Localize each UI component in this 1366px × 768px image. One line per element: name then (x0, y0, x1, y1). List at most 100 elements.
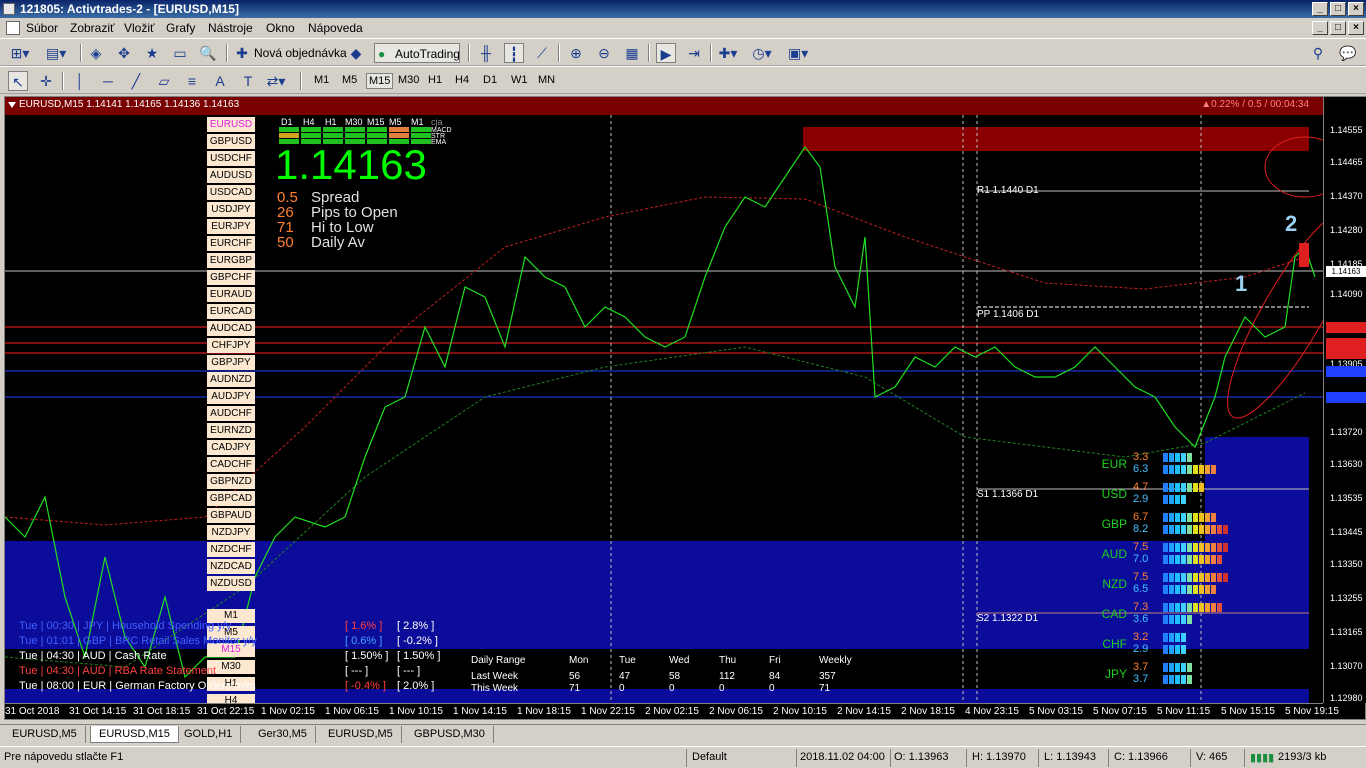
tfbtn-h4[interactable]: H4 (207, 694, 255, 703)
new-order-button[interactable]: Nová objednávka (250, 43, 351, 63)
chart-tab[interactable]: EURUSD,M15 (90, 726, 179, 743)
menu-file[interactable]: Súbor (26, 21, 58, 35)
autotrading-button[interactable]: ● AutoTrading (374, 43, 460, 63)
pair-audchf[interactable]: AUDCHF (207, 406, 255, 421)
menu-charts[interactable]: Grafy (166, 21, 195, 35)
pair-gbpnzd[interactable]: GBPNZD (207, 474, 255, 489)
tf-w1[interactable]: W1 (509, 73, 530, 87)
pair-usdcad[interactable]: USDCAD (207, 185, 255, 200)
candlestick-icon[interactable]: ┇ (504, 43, 524, 63)
tf-m5[interactable]: M5 (340, 73, 359, 87)
chat-icon[interactable]: 💬 (1338, 43, 1358, 63)
zoom-in-icon[interactable]: ⊕ (566, 43, 586, 63)
trendline-icon[interactable]: ╱ (126, 71, 146, 91)
navigator-icon[interactable]: ★ (142, 43, 162, 63)
chart-area[interactable]: EURUSD,M15 1.14141 1.14165 1.14136 1.141… (5, 97, 1323, 703)
pair-chfjpy[interactable]: CHFJPY (207, 338, 255, 353)
menu-window[interactable]: Okno (266, 21, 295, 35)
strength-bar (1163, 573, 1228, 582)
minimize-button[interactable]: _ (1312, 2, 1328, 16)
bar-chart-icon[interactable]: ╫ (476, 43, 496, 63)
pair-eurusd[interactable]: EURUSD (207, 117, 255, 132)
pair-eurnzd[interactable]: EURNZD (207, 423, 255, 438)
pair-gbpchf[interactable]: GBPCHF (207, 270, 255, 285)
pair-gbpaud[interactable]: GBPAUD (207, 508, 255, 523)
market-watch-icon[interactable]: ◈ (86, 43, 106, 63)
terminal-icon[interactable]: ▭ (170, 43, 190, 63)
chart-tab[interactable]: Ger30,M5 (250, 726, 316, 743)
pair-usdchf[interactable]: USDCHF (207, 151, 255, 166)
maximize-button[interactable]: □ (1330, 2, 1346, 16)
menu-tools[interactable]: Nástroje (208, 21, 253, 35)
tf-mn[interactable]: MN (536, 73, 557, 87)
templates-icon[interactable]: ▣▾ (788, 43, 808, 63)
chart-tab[interactable]: EURUSD,M5 (4, 726, 86, 743)
pair-eurcad[interactable]: EURCAD (207, 304, 255, 319)
price-axis[interactable]: 1.14555 1.14465 1.14370 1.14280 1.14185 1.140… (1323, 97, 1366, 703)
metaeditor-icon[interactable]: ◆ (346, 43, 366, 63)
tile-windows-icon[interactable]: ▦ (622, 43, 642, 63)
equidistant-channel-icon[interactable]: ▱ (154, 71, 174, 91)
pair-eurgbp[interactable]: EURGBP (207, 253, 255, 268)
time-axis[interactable]: 31 Oct 2018 31 Oct 14:15 31 Oct 18:15 31 Oc… (5, 703, 1339, 719)
pair-cadjpy[interactable]: CADJPY (207, 440, 255, 455)
text-icon[interactable]: A (210, 71, 230, 91)
close-button[interactable]: × (1348, 2, 1364, 16)
pair-nzdcad[interactable]: NZDCAD (207, 559, 255, 574)
y-tick-label: 1.14370 (1330, 191, 1363, 201)
pair-nzdusd[interactable]: NZDUSD (207, 576, 255, 591)
menu-help[interactable]: Nápoveda (308, 21, 363, 35)
pair-gbpjpy[interactable]: GBPJPY (207, 355, 255, 370)
auto-scroll-icon[interactable]: ▶ (656, 43, 676, 63)
text-label-icon[interactable]: T (238, 71, 258, 91)
tf-h4[interactable]: H4 (453, 73, 471, 87)
new-order-icon[interactable]: ✚ (232, 43, 252, 63)
horizontal-line-icon[interactable]: ─ (98, 71, 118, 91)
mdi-close-button[interactable]: × (1348, 21, 1364, 35)
mdi-restore-button[interactable]: □ (1330, 21, 1346, 35)
autotrading-icon: ● (378, 47, 386, 61)
tf-h1[interactable]: H1 (426, 73, 444, 87)
pair-eurjpy[interactable]: EURJPY (207, 219, 255, 234)
pair-audjpy[interactable]: AUDJPY (207, 389, 255, 404)
new-chart-icon[interactable]: ⊞▾ (10, 43, 30, 63)
cursor-icon[interactable]: ↖ (8, 71, 28, 91)
tf-m30[interactable]: M30 (396, 73, 421, 87)
pair-nzdjpy[interactable]: NZDJPY (207, 525, 255, 540)
chart-tab[interactable]: EURUSD,M5 (320, 726, 402, 743)
arrows-icon[interactable]: ⇄▾ (266, 71, 286, 91)
pair-cadchf[interactable]: CADCHF (207, 457, 255, 472)
collapse-triangle-icon[interactable] (8, 102, 16, 108)
pair-audcad[interactable]: AUDCAD (207, 321, 255, 336)
zoom-out-icon[interactable]: ⊖ (594, 43, 614, 63)
chart-shift-icon[interactable]: ⇥ (684, 43, 704, 63)
menu-insert[interactable]: Vložiť (124, 21, 155, 35)
pair-usdjpy[interactable]: USDJPY (207, 202, 255, 217)
fibonacci-icon[interactable]: ≡ (182, 71, 202, 91)
tf-m15[interactable]: M15 (366, 73, 394, 89)
heat-hdr-m15: M15 (367, 117, 385, 127)
vertical-line-icon[interactable]: │ (70, 71, 90, 91)
search-icon[interactable]: ⚲ (1308, 43, 1328, 63)
pair-audusd[interactable]: AUDUSD (207, 168, 255, 183)
data-window-icon[interactable]: ✥ (114, 43, 134, 63)
crosshair-icon[interactable]: ✛ (36, 71, 56, 91)
indicators-icon[interactable]: ✚▾ (718, 43, 738, 63)
chart-tab[interactable]: GBPUSD,M30 (406, 726, 494, 743)
pair-eurchf[interactable]: EURCHF (207, 236, 255, 251)
strategy-tester-icon[interactable]: 🔍 (198, 43, 218, 63)
chart-window[interactable]: EURUSD,M15 1.14141 1.14165 1.14136 1.141… (4, 96, 1366, 720)
pair-nzdchf[interactable]: NZDCHF (207, 542, 255, 557)
chart-tab[interactable]: GOLD,H1 (176, 726, 242, 743)
profiles-icon[interactable]: ▤▾ (46, 43, 66, 63)
tf-m1[interactable]: M1 (312, 73, 331, 87)
tf-d1[interactable]: D1 (481, 73, 499, 87)
pair-gbpusd[interactable]: GBPUSD (207, 134, 255, 149)
periods-icon[interactable]: ◷▾ (752, 43, 772, 63)
line-chart-icon[interactable]: ⟋ (532, 43, 552, 63)
pair-euraud[interactable]: EURAUD (207, 287, 255, 302)
pair-audnzd[interactable]: AUDNZD (207, 372, 255, 387)
mdi-minimize-button[interactable]: _ (1312, 21, 1328, 35)
menu-view[interactable]: Zobraziť (70, 21, 115, 35)
pair-gbpcad[interactable]: GBPCAD (207, 491, 255, 506)
